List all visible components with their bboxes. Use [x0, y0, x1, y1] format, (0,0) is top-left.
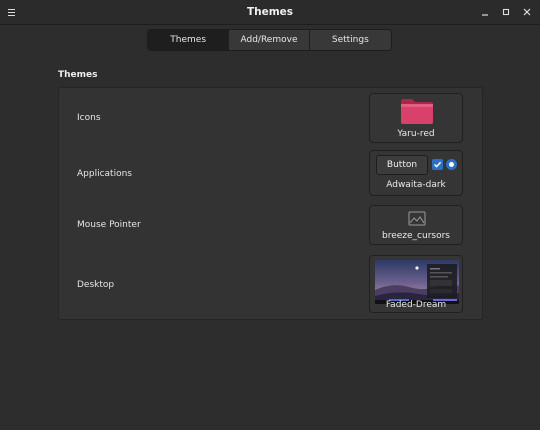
- wallpaper-thumbnail: [375, 260, 459, 304]
- tab-themes[interactable]: Themes: [148, 30, 230, 50]
- cursor-theme-name: breeze_cursors: [382, 231, 450, 241]
- row-label-mouse-pointer: Mouse Pointer: [77, 220, 141, 230]
- desktop-theme-button[interactable]: Faded-Dream: [369, 255, 463, 313]
- tab-settings[interactable]: Settings: [310, 30, 391, 50]
- minimize-button[interactable]: [478, 5, 492, 19]
- folder-icon: [401, 99, 433, 124]
- radio-icon: [446, 159, 457, 170]
- icons-theme-button[interactable]: Yaru-red: [369, 93, 463, 143]
- sample-button: Button: [376, 155, 428, 175]
- row-label-desktop: Desktop: [77, 280, 115, 290]
- section-title: Themes: [58, 70, 98, 80]
- title-bar: Themes: [0, 0, 540, 25]
- minimize-icon: [482, 14, 488, 16]
- desktop-theme-name: Faded-Dream: [385, 300, 447, 310]
- row-label-icons: Icons: [77, 113, 101, 123]
- maximize-icon: [502, 8, 510, 16]
- checkbox-icon: [432, 159, 443, 170]
- view-switcher: Themes Add/Remove Settings: [147, 29, 392, 51]
- image-placeholder-icon: [408, 211, 426, 226]
- close-icon: [523, 8, 531, 16]
- applications-theme-button[interactable]: Button Adwaita-dark: [369, 150, 463, 196]
- applications-theme-name: Adwaita-dark: [386, 180, 446, 190]
- maximize-button[interactable]: [499, 5, 513, 19]
- row-label-applications: Applications: [77, 169, 132, 179]
- cursor-theme-button[interactable]: breeze_cursors: [369, 205, 463, 245]
- close-button[interactable]: [520, 5, 534, 19]
- tab-add-remove[interactable]: Add/Remove: [229, 30, 310, 50]
- themes-list: Icons Yaru-red Applications Button Adwai…: [58, 87, 483, 320]
- window-title: Themes: [246, 6, 294, 18]
- icons-theme-name: Yaru-red: [397, 129, 435, 139]
- themes-window: Themes Themes Add/Remove Settings Themes…: [0, 0, 540, 430]
